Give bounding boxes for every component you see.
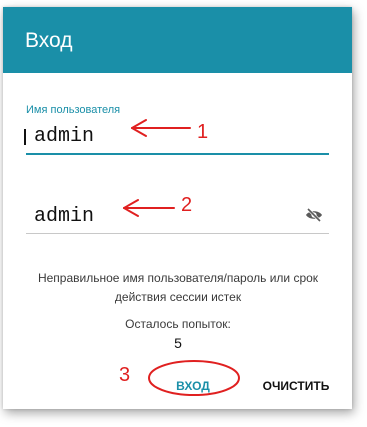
password-input[interactable]: admin xyxy=(34,205,234,228)
annotation-number-1: 1 xyxy=(197,121,209,143)
text-caret xyxy=(24,129,26,145)
username-label: Имя пользователя xyxy=(26,104,121,116)
annotation-number-3: 3 xyxy=(119,364,131,386)
error-message: Неправильное имя пользователя/пароль или… xyxy=(37,271,319,304)
login-dialog: Вход Имя пользователя admin admin Неправ… xyxy=(3,7,352,409)
dialog-title: Вход xyxy=(25,29,73,52)
attempts-label: Осталось попыток: xyxy=(125,317,231,331)
annotation-number-2: 2 xyxy=(181,194,193,216)
login-button[interactable]: ВХОД xyxy=(151,371,235,399)
attempts-count: 5 xyxy=(174,335,182,351)
dialog-header: Вход xyxy=(3,7,352,73)
clear-button[interactable]: ОЧИСТИТЬ xyxy=(251,371,341,399)
username-field[interactable]: admin xyxy=(24,123,329,155)
password-field[interactable]: admin xyxy=(26,203,329,234)
eye-off-icon[interactable] xyxy=(305,207,323,223)
